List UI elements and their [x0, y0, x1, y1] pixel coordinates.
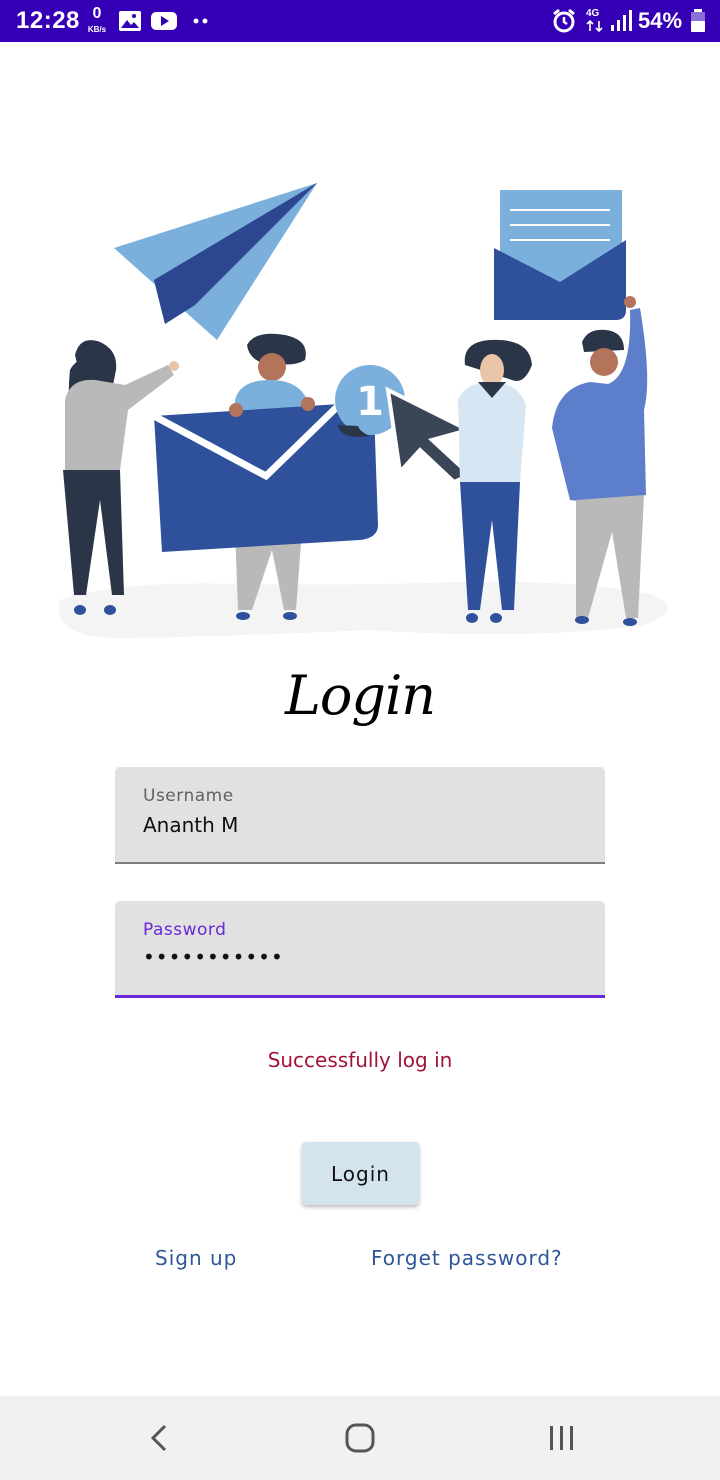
hero-illustration: 1	[58, 183, 668, 639]
cursor-icon	[385, 386, 474, 485]
login-button[interactable]: Login	[302, 1142, 419, 1205]
username-field[interactable]: Username Ananth M	[115, 767, 605, 864]
page-title: Login	[285, 664, 436, 727]
svg-text:1: 1	[356, 379, 384, 425]
recents-button[interactable]	[539, 1416, 585, 1460]
back-button[interactable]	[136, 1416, 182, 1460]
status-message: Successfully log in	[267, 1048, 453, 1072]
youtube-icon	[151, 12, 177, 30]
home-button[interactable]	[337, 1416, 383, 1460]
person-illustration	[552, 296, 648, 626]
back-icon	[150, 1424, 167, 1452]
net-speed-value: 0	[92, 5, 102, 22]
recents-icon	[550, 1426, 573, 1450]
password-field[interactable]: Password •••••••••••	[115, 901, 605, 998]
signal-icon	[611, 10, 632, 31]
network-type: 4G	[586, 8, 600, 19]
status-bar: 12:28 0 KB/s 4G 54%	[0, 0, 720, 42]
person-illustration	[458, 339, 532, 623]
forget-password-link[interactable]: Forget password?	[371, 1246, 563, 1270]
username-label: Username	[143, 786, 234, 806]
password-label: Password	[143, 920, 227, 940]
home-icon	[345, 1423, 375, 1453]
battery-icon	[691, 9, 705, 32]
navigation-bar	[0, 1396, 720, 1480]
username-input[interactable]: Ananth M	[143, 813, 238, 837]
more-dots-icon	[193, 18, 208, 24]
alarm-icon	[553, 8, 575, 33]
battery-percent: 54%	[638, 8, 683, 33]
gallery-icon	[119, 11, 141, 31]
data-arrows-icon	[586, 20, 603, 32]
status-time: 12:28	[16, 7, 80, 34]
signup-link[interactable]: Sign up	[155, 1246, 237, 1270]
net-speed-unit: KB/s	[87, 25, 107, 34]
password-input[interactable]: •••••••••••	[143, 945, 284, 969]
envelope-open-icon	[494, 190, 626, 320]
paper-plane-icon	[114, 183, 317, 340]
